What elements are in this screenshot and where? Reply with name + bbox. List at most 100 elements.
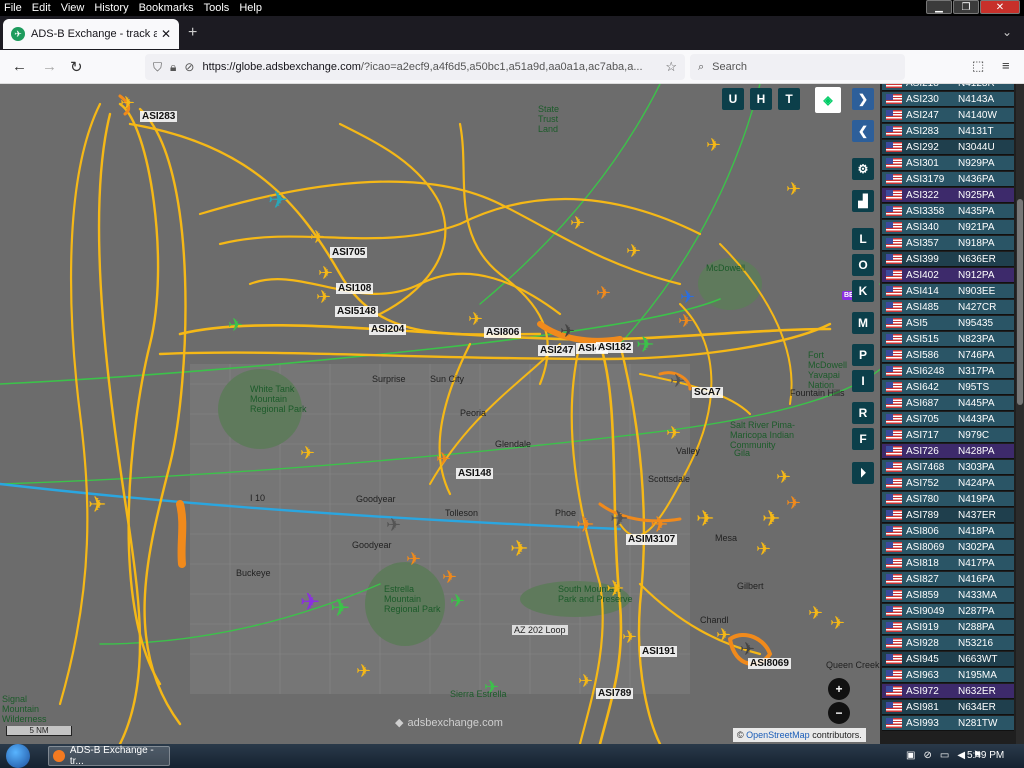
aircraft-icon[interactable]: ✈ bbox=[786, 494, 801, 512]
aircraft-list-row[interactable]: ASI283 N4131T bbox=[882, 124, 1014, 139]
aircraft-label-asi108[interactable]: ASI108 bbox=[336, 283, 374, 294]
aircraft-label-asi247[interactable]: ASI247 bbox=[538, 345, 576, 356]
zoom-out-button[interactable]: − bbox=[828, 702, 850, 724]
aircraft-list-row[interactable]: ASI780 N419PA bbox=[882, 492, 1014, 507]
tracks-toggle-button[interactable]: T bbox=[778, 88, 800, 110]
aircraft-list-row[interactable]: ASI292 N3044U bbox=[882, 140, 1014, 155]
aircraft-list-row[interactable]: ASI7468 N303PA bbox=[882, 460, 1014, 475]
aircraft-list-row[interactable]: ASI230 N4143A bbox=[882, 92, 1014, 107]
aircraft-icon[interactable]: ✈ bbox=[330, 597, 350, 621]
aircraft-list-row[interactable]: ASI586 N746PA bbox=[882, 348, 1014, 363]
aircraft-icon[interactable]: ✈ bbox=[268, 189, 288, 213]
back-button[interactable]: ← bbox=[12, 58, 27, 75]
aircraft-list-row[interactable]: ASI687 N445PA bbox=[882, 396, 1014, 411]
aircraft-label-asi5148[interactable]: ASI5148 bbox=[335, 306, 378, 317]
aircraft-icon[interactable]: ✈ bbox=[636, 334, 654, 356]
persistence-button[interactable]: P bbox=[852, 344, 874, 366]
maximize-button[interactable]: ❐ bbox=[953, 0, 979, 14]
aircraft-label-asi191[interactable]: ASI191 bbox=[640, 646, 678, 657]
aircraft-list-row[interactable]: ASI993 N281TW bbox=[882, 716, 1014, 731]
menu-history[interactable]: History bbox=[89, 2, 133, 14]
aircraft-icon[interactable]: ✈ bbox=[88, 494, 106, 516]
lock-icon[interactable]: 🔒︎ bbox=[170, 60, 176, 75]
aircraft-icon[interactable]: ✈ bbox=[670, 372, 685, 390]
aircraft-icon[interactable]: ✈ bbox=[596, 284, 611, 302]
aircraft-list-row[interactable]: ASI414 N903EE bbox=[882, 284, 1014, 299]
aircraft-icon[interactable]: ✈ bbox=[436, 450, 451, 468]
aircraft-list-row[interactable]: ASI705 N443PA bbox=[882, 412, 1014, 427]
aircraft-list-row[interactable]: ASI5 N95435 bbox=[882, 316, 1014, 331]
aircraft-list-row[interactable]: ASI322 N925PA bbox=[882, 188, 1014, 203]
aircraft-list-row[interactable]: ASI218N4128R bbox=[882, 84, 1014, 91]
aircraft-icon[interactable]: ✈ bbox=[450, 592, 465, 610]
aircraft-list-row[interactable]: ASI928 N53216 bbox=[882, 636, 1014, 651]
taskbar-firefox-window[interactable]: ADS-B Exchange - tr... bbox=[48, 745, 170, 767]
shield-icon[interactable]: ⛉ bbox=[153, 60, 162, 75]
aircraft-icon[interactable]: ✈ bbox=[300, 591, 320, 615]
start-button[interactable] bbox=[6, 744, 30, 768]
aircraft-icon[interactable]: ✈ bbox=[120, 94, 135, 112]
close-window-button[interactable]: ✕ bbox=[980, 0, 1020, 14]
aircraft-list-row[interactable]: ASI981 N634ER bbox=[882, 700, 1014, 715]
aircraft-icon[interactable]: ✈ bbox=[468, 310, 483, 328]
extensions-icon[interactable]: ⬚ bbox=[972, 58, 984, 74]
aircraft-icon[interactable]: ✈ bbox=[228, 316, 243, 334]
aircraft-icon[interactable]: ✈ bbox=[386, 516, 401, 534]
url-text[interactable]: https://globe.adsbexchange.com/?icao=a2e… bbox=[202, 61, 665, 73]
aircraft-list-row[interactable]: ASI806 N418PA bbox=[882, 524, 1014, 539]
aircraft-list-row[interactable]: ASI8069 N302PA bbox=[882, 540, 1014, 555]
new-tab-button[interactable]: + bbox=[188, 24, 197, 42]
aircraft-list-row[interactable]: ASI340 N921PA bbox=[882, 220, 1014, 235]
aircraft-list-row[interactable]: ASI247 N4140W bbox=[882, 108, 1014, 123]
aircraft-icon[interactable]: ✈ bbox=[830, 614, 845, 632]
aircraft-icon[interactable]: ✈ bbox=[762, 508, 780, 530]
aircraft-icon[interactable]: ✈ bbox=[622, 628, 637, 646]
aircraft-list-row[interactable]: ASI642 N95TS bbox=[882, 380, 1014, 395]
aircraft-icon[interactable]: ✈ bbox=[606, 578, 624, 600]
menu-tools[interactable]: Tools bbox=[199, 2, 235, 14]
aircraft-icon[interactable]: ✈ bbox=[356, 662, 371, 680]
menu-help[interactable]: Help bbox=[234, 2, 267, 14]
aircraft-label-asi789[interactable]: ASI789 bbox=[596, 688, 634, 699]
aircraft-list-row[interactable]: ASI399 N636ER bbox=[882, 252, 1014, 267]
aircraft-label-asi204[interactable]: ASI204 bbox=[369, 324, 407, 335]
tab-adsb[interactable]: ✈ ADS-B Exchange - track aircraft ✕ bbox=[3, 19, 179, 49]
close-tab-icon[interactable]: ✕ bbox=[161, 27, 171, 41]
aircraft-icon[interactable]: ✈ bbox=[406, 550, 421, 568]
aircraft-icon[interactable]: ✈ bbox=[716, 626, 731, 644]
filter-button[interactable]: F bbox=[852, 428, 874, 450]
menu-icon[interactable]: ≡ bbox=[1002, 58, 1010, 73]
openstreetmap-link[interactable]: OpenStreetMap bbox=[746, 730, 810, 740]
aircraft-icon[interactable]: ✈ bbox=[318, 264, 333, 282]
star-icon[interactable]: ☆ bbox=[665, 59, 677, 75]
aircraft-icon[interactable]: ✈ bbox=[776, 468, 791, 486]
aircraft-icon[interactable]: ✈ bbox=[310, 228, 325, 246]
aircraft-label-asi148[interactable]: ASI148 bbox=[456, 468, 494, 479]
network-icon[interactable]: ⊘ bbox=[923, 750, 931, 761]
gear-icon[interactable]: ⚙ bbox=[852, 158, 874, 180]
heatmap-toggle-button[interactable]: H bbox=[750, 88, 772, 110]
menu-view[interactable]: View bbox=[56, 2, 90, 14]
aircraft-icon[interactable]: ✈ bbox=[484, 678, 499, 696]
aircraft-label-asi283[interactable]: ASI283 bbox=[140, 111, 178, 122]
map-view[interactable]: Surprise Sun City Peoria Glendale Goodye… bbox=[0, 84, 880, 744]
aircraft-list-row[interactable]: ASI6248 N317PA bbox=[882, 364, 1014, 379]
aircraft-icon[interactable]: ✈ bbox=[706, 136, 721, 154]
aircraft-icon[interactable]: ✈ bbox=[570, 214, 585, 232]
aircraft-list-row[interactable]: ASI752 N424PA bbox=[882, 476, 1014, 491]
play-icon[interactable]: ⏵ bbox=[852, 462, 874, 484]
aircraft-list-row[interactable]: ASI859 N433MA bbox=[882, 588, 1014, 603]
aircraft-label-asi806[interactable]: ASI806 bbox=[484, 327, 522, 338]
aircraft-label-asi8069[interactable]: ASI8069 bbox=[748, 658, 791, 669]
aircraft-list-row[interactable]: ASI9049 N287PA bbox=[882, 604, 1014, 619]
aircraft-icon[interactable]: ✈ bbox=[650, 514, 668, 536]
scrollbar-thumb[interactable] bbox=[1017, 199, 1023, 405]
aircraft-list-row[interactable]: ASI357 N918PA bbox=[882, 236, 1014, 251]
clock[interactable]: 5:49 PM bbox=[967, 750, 1004, 761]
zoom-in-button[interactable]: + bbox=[828, 678, 850, 700]
menu-file[interactable]: File bbox=[0, 2, 27, 14]
aircraft-list-row[interactable]: ASI717 N979C bbox=[882, 428, 1014, 443]
url-bar[interactable]: ⛉ 🔒︎ ⊘ https://globe.adsbexchange.com/?i… bbox=[145, 54, 685, 80]
battery-icon[interactable]: ▭ bbox=[940, 750, 949, 761]
aircraft-list-row[interactable]: ASI919 N288PA bbox=[882, 620, 1014, 635]
